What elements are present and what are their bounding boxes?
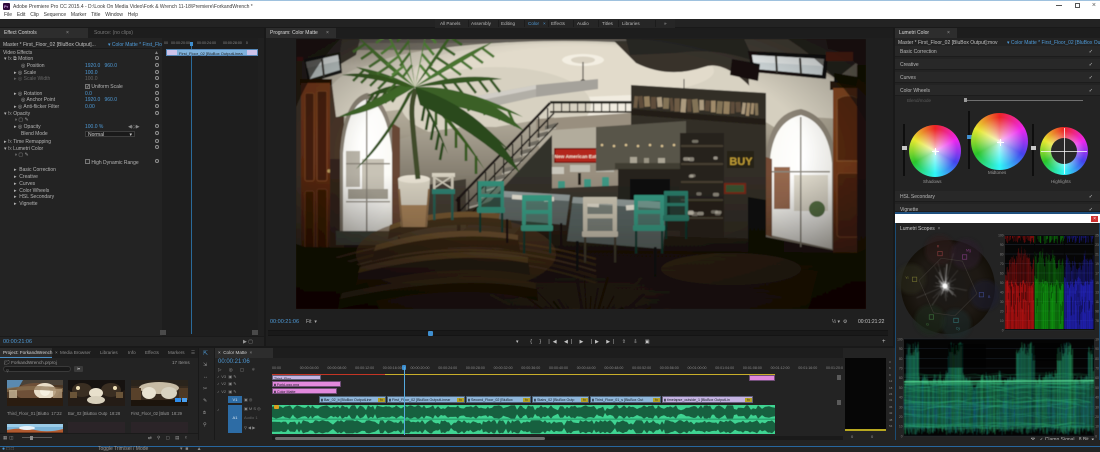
svg-text:40: 40 (1095, 396, 1099, 400)
svg-text:Cy: Cy (956, 327, 961, 331)
svg-text:235: 235 (1095, 243, 1100, 247)
svg-text:50: 50 (1095, 386, 1099, 390)
svg-text:10: 10 (1000, 319, 1004, 323)
svg-text:30: 30 (899, 405, 903, 409)
svg-text:70: 70 (899, 367, 903, 371)
svg-text:255: 255 (1095, 233, 1100, 237)
svg-text:Mg: Mg (966, 249, 971, 253)
svg-text:137: 137 (1095, 290, 1100, 294)
svg-text:30: 30 (1000, 300, 1004, 304)
svg-text:100: 100 (897, 337, 903, 341)
svg-text:10: 10 (1095, 425, 1099, 429)
svg-text:10: 10 (899, 425, 903, 429)
svg-text:Yl: Yl (905, 276, 908, 280)
svg-text:0: 0 (901, 434, 903, 438)
svg-text:30: 30 (1095, 405, 1099, 409)
svg-text:50: 50 (899, 386, 903, 390)
svg-text:196: 196 (1095, 262, 1100, 266)
svg-text:70: 70 (1095, 367, 1099, 371)
svg-text:80: 80 (1000, 252, 1004, 256)
svg-text:20: 20 (1095, 415, 1099, 419)
svg-text:215: 215 (1095, 252, 1100, 256)
svg-text:40: 40 (1000, 290, 1004, 294)
svg-text:80: 80 (899, 357, 903, 361)
svg-text:20: 20 (899, 415, 903, 419)
svg-text:176: 176 (1095, 271, 1100, 275)
svg-text:90: 90 (899, 347, 903, 351)
svg-text:100: 100 (998, 233, 1004, 237)
svg-text:90: 90 (1095, 347, 1099, 351)
svg-text:0: 0 (1095, 434, 1097, 438)
svg-text:40: 40 (899, 396, 903, 400)
svg-text:90: 90 (1000, 243, 1004, 247)
svg-text:78: 78 (1095, 319, 1099, 323)
svg-text:G: G (926, 323, 929, 327)
svg-text:0: 0 (1002, 328, 1004, 332)
svg-text:118: 118 (1095, 300, 1100, 304)
svg-text:80: 80 (1095, 357, 1099, 361)
svg-text:50: 50 (1000, 281, 1004, 285)
svg-text:R: R (937, 244, 940, 248)
svg-text:70: 70 (1000, 262, 1004, 266)
svg-text:20: 20 (1000, 309, 1004, 313)
svg-text:157: 157 (1095, 281, 1100, 285)
svg-text:60: 60 (1000, 271, 1004, 275)
svg-text:100: 100 (1095, 337, 1100, 341)
svg-text:60: 60 (899, 376, 903, 380)
svg-text:98: 98 (1095, 309, 1099, 313)
svg-text:60: 60 (1095, 376, 1099, 380)
